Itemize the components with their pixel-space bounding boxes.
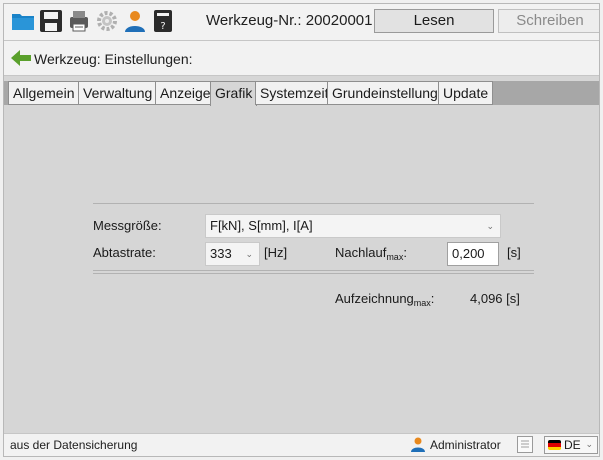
document-icon[interactable] (517, 436, 533, 453)
sample-rate-label: Abtastrate: (93, 245, 156, 260)
tab-grundeinstellung[interactable]: Grundeinstellung (327, 81, 443, 105)
tab-grafik[interactable]: Grafik (210, 81, 258, 106)
device-info-icon[interactable]: ? (151, 9, 175, 33)
german-flag-icon (548, 440, 561, 450)
back-arrow-icon[interactable] (11, 49, 31, 67)
tab-verwaltung[interactable]: Verwaltung (78, 81, 158, 105)
chevron-down-icon: ⌄ (486, 221, 494, 231)
section-divider-bottom (93, 270, 534, 274)
section-divider-top (93, 203, 534, 204)
afterrun-label-sub: max (386, 252, 404, 262)
current-user: Administrator (430, 438, 501, 452)
toolbar: ? Werkzeug-Nr.: 20020001 Lesen Schreiben (4, 4, 599, 41)
status-bar: aus der Datensicherung Administrator DE … (4, 433, 599, 456)
afterrun-label: Nachlaufmax: (335, 245, 407, 262)
write-button[interactable]: Schreiben (498, 9, 599, 33)
status-text: aus der Datensicherung (10, 438, 138, 452)
recording-label-sub: max (413, 298, 431, 308)
chevron-down-icon: ⌄ (585, 439, 593, 449)
afterrun-colon: : (403, 245, 407, 260)
recording-label-text: Aufzeichnung (335, 291, 414, 306)
measurand-select[interactable]: F[kN], S[mm], I[A] ⌄ (205, 214, 501, 238)
print-icon[interactable] (67, 9, 91, 33)
svg-text:?: ? (160, 21, 165, 32)
user-icon (409, 437, 427, 452)
page-header: Werkzeug: Einstellungen: (4, 41, 599, 76)
language-select[interactable]: DE ⌄ (544, 436, 598, 454)
folder-icon[interactable] (11, 9, 35, 33)
app-window: ? Werkzeug-Nr.: 20020001 Lesen Schreiben… (3, 3, 600, 457)
tab-anzeige[interactable]: Anzeige (155, 81, 216, 105)
page-title: Werkzeug: Einstellungen: (34, 51, 193, 67)
sample-rate-select[interactable]: 333 ⌄ (205, 242, 260, 266)
chevron-down-icon: ⌄ (245, 249, 253, 259)
language-code: DE (564, 438, 581, 452)
afterrun-input[interactable]: 0,200 (447, 242, 499, 266)
afterrun-unit: [s] (507, 245, 521, 260)
user-icon[interactable] (123, 9, 147, 33)
recording-value: 4,096 [s] (470, 291, 520, 306)
sample-rate-unit: [Hz] (264, 245, 288, 260)
recording-colon: : (430, 291, 435, 306)
save-icon[interactable] (39, 9, 63, 33)
read-button[interactable]: Lesen (374, 9, 494, 33)
measurand-label: Messgröße: (93, 218, 162, 233)
tool-number-title: Werkzeug-Nr.: 20020001 (206, 12, 373, 29)
settings-icon[interactable] (95, 9, 119, 33)
sample-rate-value: 333 (210, 246, 232, 261)
recording-label: Aufzeichnungmax: (335, 291, 434, 308)
afterrun-label-text: Nachlauf (335, 245, 387, 260)
measurand-value: F[kN], S[mm], I[A] (210, 218, 313, 233)
tab-systemzeit[interactable]: Systemzeit (255, 81, 334, 105)
tab-bar: Allgemein Verwaltung Anzeige Grafik Syst… (4, 81, 599, 106)
tab-allgemein[interactable]: Allgemein (8, 81, 80, 105)
tab-update[interactable]: Update (438, 81, 494, 105)
